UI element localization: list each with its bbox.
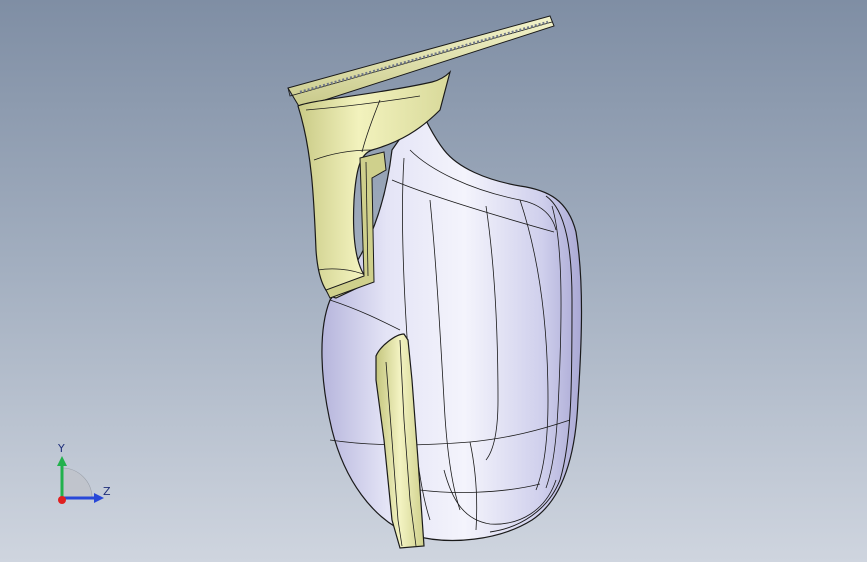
triad-y-arrow [57,456,67,466]
triad-y-label: Y [57,442,65,455]
cad-model[interactable] [0,0,867,562]
triad-x-axis [58,496,66,504]
triad-plane [61,467,93,499]
orientation-triad[interactable]: Y Z [40,440,130,510]
graphics-viewport[interactable]: Y Z [0,0,867,562]
triad-z-label: Z [103,485,111,498]
